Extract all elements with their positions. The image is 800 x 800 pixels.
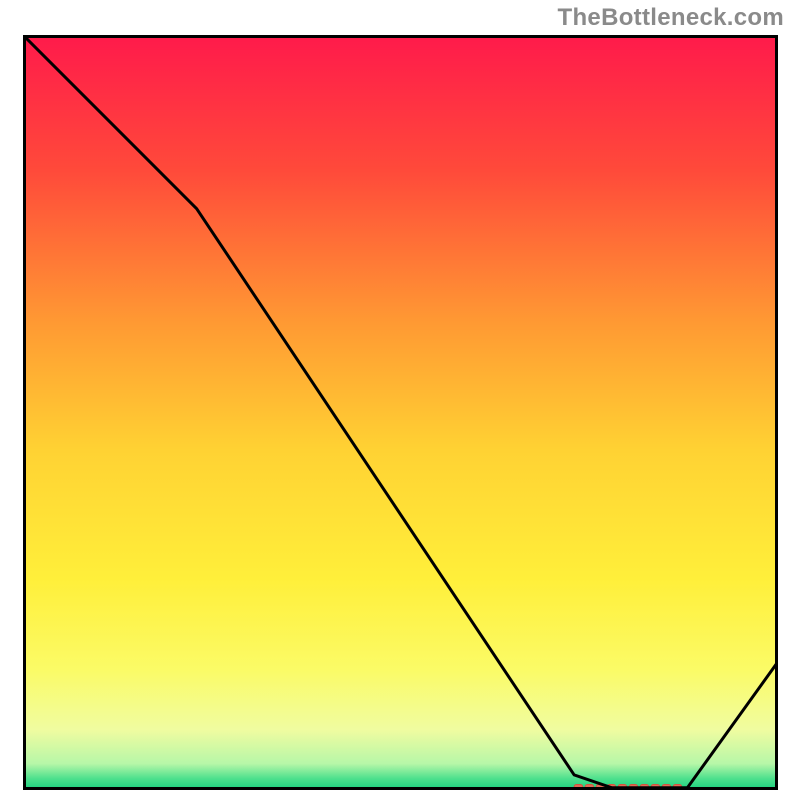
chart-svg: [23, 35, 778, 790]
plot-area: [23, 35, 778, 790]
attribution-label: TheBottleneck.com: [558, 4, 784, 32]
chart-container: TheBottleneck.com: [0, 0, 800, 800]
